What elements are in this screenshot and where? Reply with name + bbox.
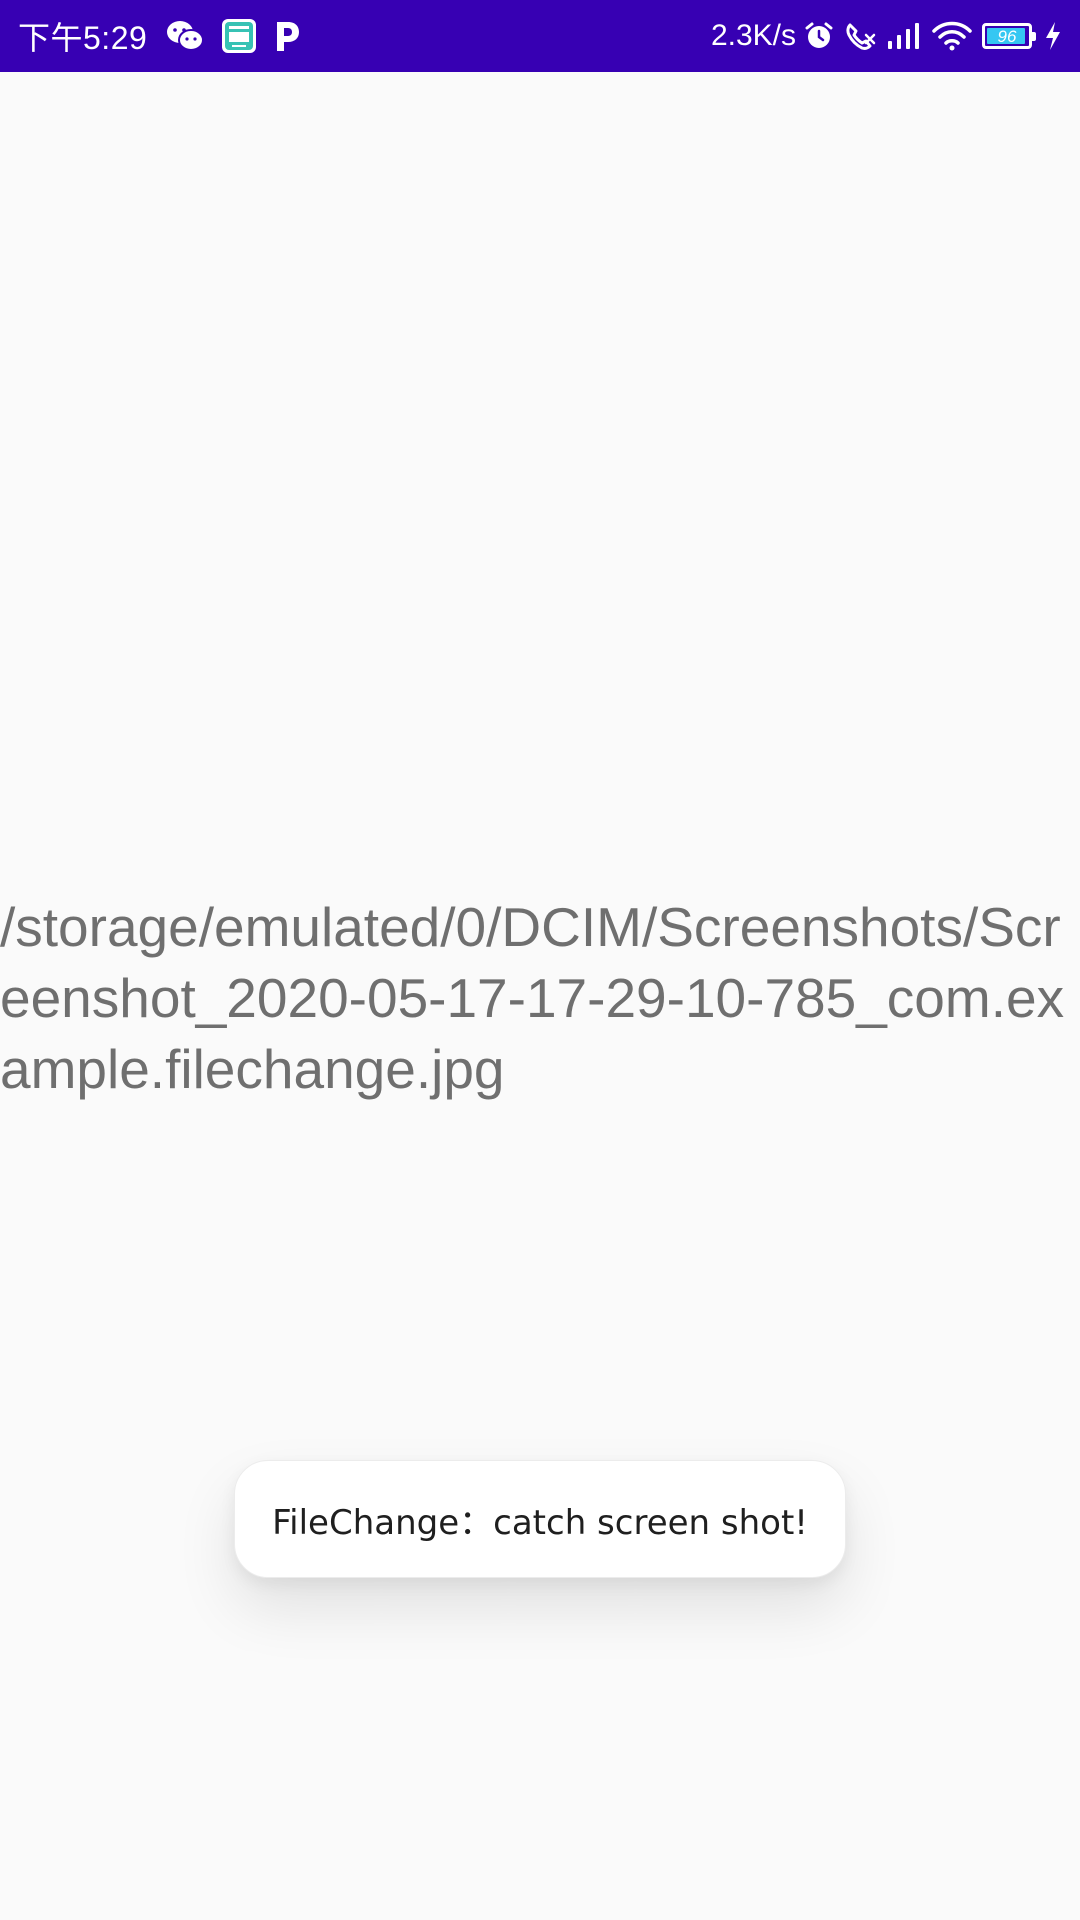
- alarm-icon: [804, 21, 834, 51]
- battery-icon: 96: [982, 23, 1036, 49]
- wifi-icon: [932, 21, 972, 51]
- wechat-icon: [165, 19, 205, 53]
- boss-app-icon: [221, 18, 257, 54]
- toast-message: FileChange：catch screen shot!: [272, 1502, 808, 1543]
- file-path-text: /storage/emulated/0/DCIM/Screenshots/Scr…: [0, 896, 1065, 1100]
- status-bar-left: 下午5:29: [18, 0, 317, 72]
- battery-level-text: 96: [997, 26, 1017, 46]
- status-bar-right: 2.3K/s 96: [711, 0, 1062, 72]
- call-icon: [844, 21, 876, 51]
- p-app-icon: [273, 19, 301, 53]
- status-bar: 下午5:29 2.3K/s 96: [0, 0, 1080, 72]
- network-speed: 2.3K/s: [710, 19, 796, 52]
- status-time: 下午5:29: [18, 20, 148, 56]
- charging-icon: [1044, 21, 1062, 51]
- toast: FileChange：catch screen shot!: [234, 1460, 846, 1578]
- signal-icon: [886, 21, 922, 51]
